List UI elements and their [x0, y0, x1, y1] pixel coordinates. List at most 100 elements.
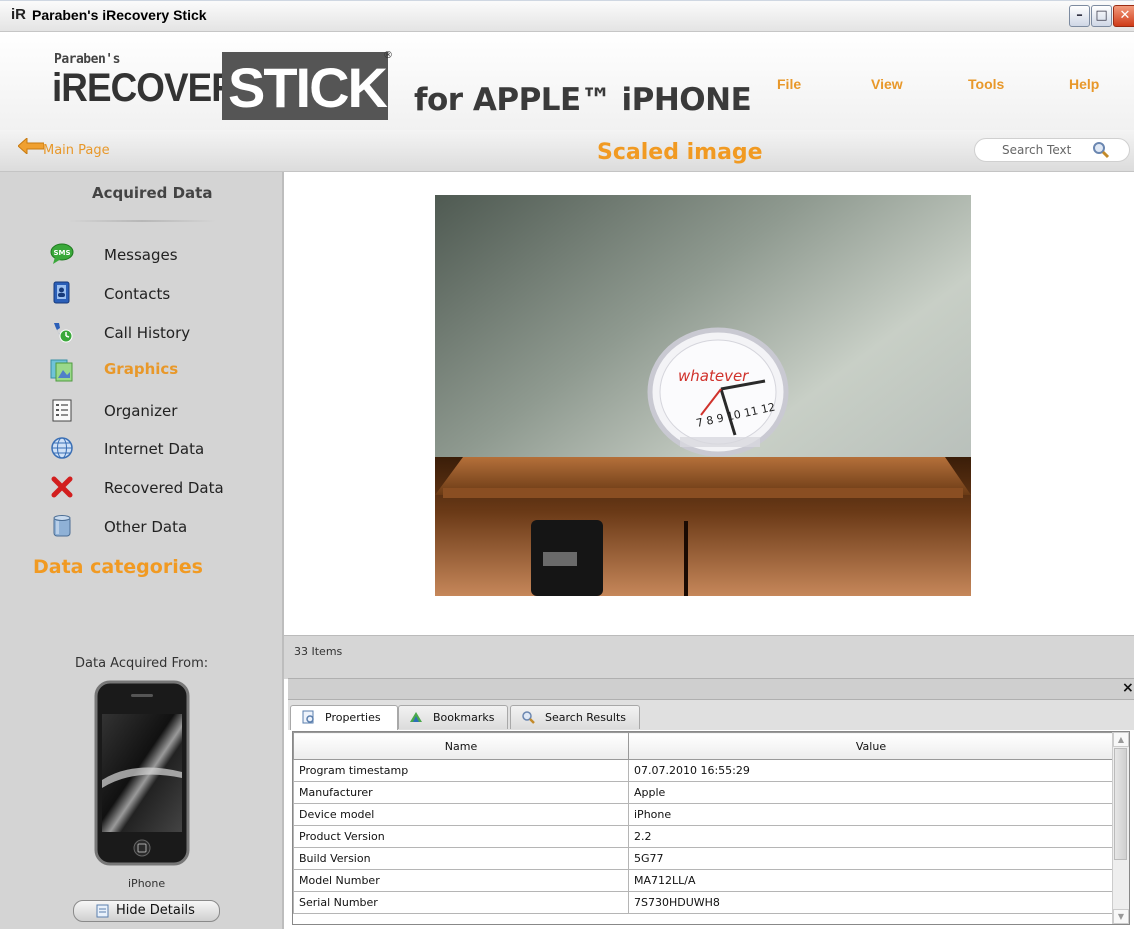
menu-file[interactable]: File [777, 76, 801, 92]
properties-table: Name Value Program timestamp 07.07.2010 1… [293, 732, 1114, 914]
contacts-icon [53, 281, 70, 304]
status-bar [284, 635, 1134, 679]
table-row[interactable]: Serial Number 7S730HDUWH8 [293, 891, 1114, 914]
graphics-icon [50, 359, 73, 382]
tab-properties[interactable]: Properties [290, 705, 398, 730]
property-value: 2.2 [628, 825, 1114, 848]
search-icon [522, 711, 535, 724]
properties-icon [302, 710, 314, 724]
acquired-from-label: Data Acquired From: [75, 656, 209, 671]
bookmarks-icon [410, 712, 422, 722]
globe-icon [51, 437, 73, 459]
tab-label: Bookmarks [433, 711, 495, 724]
sidebar-heading: Acquired Data [92, 184, 213, 202]
back-arrow-icon[interactable] [18, 138, 44, 154]
close-icon: ✕ [1119, 8, 1131, 23]
property-name: Model Number [293, 869, 629, 892]
sidebar-item-recovered-data[interactable]: Recovered Data [40, 469, 252, 505]
scaled-photo[interactable]: whatever 7 8 9 10 11 12 [435, 195, 971, 596]
property-name: Product Version [293, 825, 629, 848]
sidebar-item-internet-data[interactable]: Internet Data [40, 430, 252, 466]
sidebar-item-label: Graphics [104, 360, 179, 378]
menu-view[interactable]: View [871, 76, 903, 92]
app-logo-icon: iR [11, 6, 26, 23]
close-panel-icon[interactable]: × [1122, 680, 1134, 696]
property-value: Apple [628, 781, 1114, 804]
sidebar-item-messages[interactable]: SMS Messages [40, 236, 252, 272]
tab-bookmarks[interactable]: Bookmarks [398, 705, 508, 729]
table-row[interactable]: Program timestamp 07.07.2010 16:55:29 [293, 759, 1114, 782]
red-x-icon [51, 476, 73, 498]
property-value: 07.07.2010 16:55:29 [628, 759, 1114, 782]
tab-label: Search Results [545, 711, 627, 724]
minimize-icon: – [1076, 8, 1083, 23]
iphone-image [94, 680, 190, 866]
brand-vendor: Paraben's [54, 52, 120, 67]
property-name: Serial Number [293, 891, 629, 914]
table-row[interactable]: Product Version 2.2 [293, 825, 1114, 848]
property-name: Manufacturer [293, 781, 629, 804]
clock-brand-text: whatever [678, 367, 749, 385]
call-history-icon [54, 323, 73, 343]
column-header-value[interactable]: Value [628, 732, 1114, 760]
data-categories-title: Data categories [33, 556, 203, 578]
table-scrollbar[interactable]: ▲ ▼ [1112, 732, 1129, 924]
organizer-icon [52, 399, 72, 422]
page-title: Scaled image [597, 140, 763, 165]
details-icon [96, 904, 109, 918]
sidebar-item-label: Organizer [104, 402, 178, 420]
sidebar-item-graphics[interactable]: Graphics [40, 352, 252, 388]
minimize-button[interactable]: – [1069, 5, 1090, 27]
main-page-link[interactable]: Main Page [43, 143, 110, 158]
sidebar-item-contacts[interactable]: Contacts [40, 275, 252, 311]
database-icon [53, 515, 71, 537]
search-icon[interactable] [1092, 141, 1110, 159]
hide-details-label: Hide Details [116, 903, 195, 918]
property-value: 5G77 [628, 847, 1114, 870]
sidebar-item-label: Other Data [104, 518, 188, 536]
sidebar-item-other-data[interactable]: Other Data [40, 508, 252, 544]
registered-mark: ® [383, 50, 393, 61]
properties-table-container: Name Value Program timestamp 07.07.2010 1… [292, 731, 1130, 925]
table-row[interactable]: Model Number MA712LL/A [293, 869, 1114, 892]
table-row[interactable]: Manufacturer Apple [293, 781, 1114, 804]
sidebar-item-organizer[interactable]: Organizer [40, 392, 252, 428]
sms-icon: SMS [50, 243, 74, 264]
search-placeholder: Search Text [1002, 143, 1072, 157]
items-count: 33 Items [294, 645, 343, 658]
property-value: MA712LL/A [628, 869, 1114, 892]
sidebar-item-label: Messages [104, 246, 178, 264]
tab-label: Properties [325, 711, 381, 724]
menu-tools[interactable]: Tools [968, 76, 1004, 92]
table-row[interactable]: Build Version 5G77 [293, 847, 1114, 870]
sidebar-item-label: Recovered Data [104, 479, 224, 497]
sidebar-item-label: Internet Data [104, 440, 205, 458]
scroll-up-icon[interactable]: ▲ [1113, 732, 1129, 747]
property-value: 7S730HDUWH8 [628, 891, 1114, 914]
property-name: Build Version [293, 847, 629, 870]
property-name: Device model [293, 803, 629, 826]
property-name: Program timestamp [293, 759, 629, 782]
menu-help[interactable]: Help [1069, 76, 1099, 92]
sidebar-divider [68, 220, 216, 222]
device-name: iPhone [128, 877, 166, 890]
brand-subtitle: for APPLE™ iPHONE [414, 82, 752, 118]
maximize-icon: □ [1095, 8, 1108, 23]
hide-details-button[interactable]: Hide Details [73, 900, 220, 922]
tab-search-results[interactable]: Search Results [510, 705, 640, 729]
maximize-button[interactable]: □ [1091, 5, 1112, 27]
scroll-thumb[interactable] [1114, 748, 1127, 860]
close-button[interactable]: ✕ [1113, 5, 1134, 27]
table-row[interactable]: Device model iPhone [293, 803, 1114, 826]
property-value: iPhone [628, 803, 1114, 826]
sidebar-item-label: Call History [104, 324, 191, 342]
brand-name-right: STICK [228, 56, 388, 119]
details-panel-header [288, 678, 1134, 700]
sidebar-item-label: Contacts [104, 285, 171, 303]
svg-text:SMS: SMS [53, 249, 70, 257]
scroll-down-icon[interactable]: ▼ [1113, 909, 1129, 924]
window-title: Paraben's iRecovery Stick [32, 7, 207, 23]
nav-bar [0, 130, 1134, 172]
sidebar-item-call-history[interactable]: Call History [40, 314, 252, 350]
column-header-name[interactable]: Name [293, 732, 629, 760]
